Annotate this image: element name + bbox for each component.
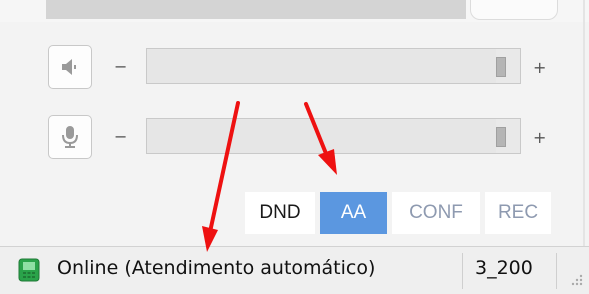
speaker-volume-slider[interactable]	[146, 48, 521, 84]
status-bar: Online (Atendimento automático) 3_200	[0, 246, 589, 294]
speaker-volume-fill	[147, 49, 497, 83]
top-tab-edge[interactable]	[470, 0, 558, 20]
auto-answer-button[interactable]: AA	[320, 192, 387, 234]
dnd-button[interactable]: DND	[245, 192, 315, 234]
status-separator	[462, 253, 463, 289]
record-button[interactable]: REC	[485, 192, 551, 234]
mic-volume-fill	[147, 119, 497, 153]
conference-button[interactable]: CONF	[392, 192, 480, 234]
top-progress-bar	[46, 0, 466, 19]
speaker-button[interactable]	[48, 45, 92, 89]
mic-volume-down[interactable]: −	[114, 129, 127, 145]
extension-label[interactable]: 3_200	[475, 257, 533, 279]
resize-grip-icon[interactable]	[570, 273, 584, 287]
mic-volume-up[interactable]: +	[533, 130, 546, 146]
speaker-volume-down[interactable]: −	[114, 59, 127, 75]
speaker-icon	[62, 59, 76, 75]
mic-volume-slider[interactable]	[146, 118, 521, 154]
speaker-volume-up[interactable]: +	[533, 60, 546, 76]
right-divider	[583, 0, 585, 248]
microphone-button[interactable]	[48, 115, 92, 159]
speaker-volume-handle[interactable]	[496, 57, 507, 77]
microphone-icon	[62, 126, 78, 148]
softphone-panel: − + − + DND AA CONF REC Online (Atendime…	[0, 0, 589, 294]
status-separator-2	[556, 253, 557, 289]
mic-volume-handle[interactable]	[496, 127, 507, 147]
phone-status-icon	[18, 258, 40, 282]
status-text[interactable]: Online (Atendimento automático)	[57, 257, 375, 279]
